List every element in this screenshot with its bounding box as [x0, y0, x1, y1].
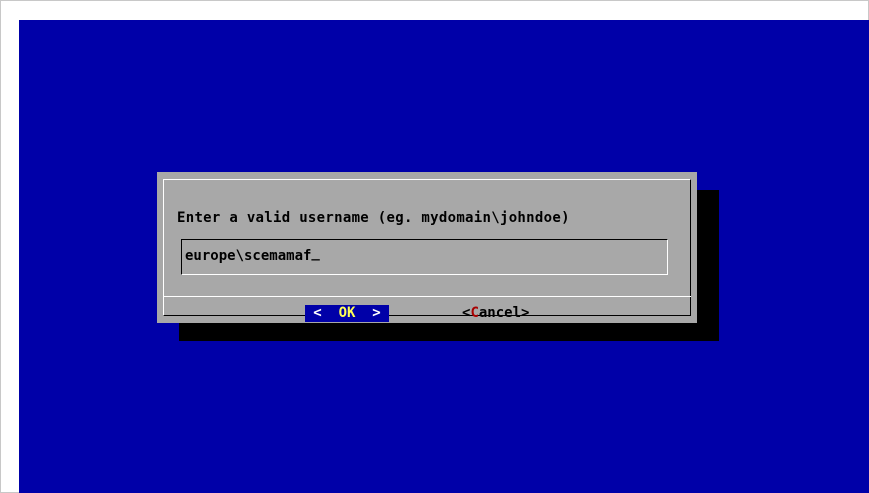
cancel-button[interactable]: <Cancel>	[462, 305, 529, 322]
username-input-box[interactable]: _	[181, 239, 668, 275]
ok-right-bracket: >	[372, 305, 381, 321]
console-screen: Enter a valid username (eg. mydomain\joh…	[19, 20, 869, 493]
text-cursor: _	[311, 245, 320, 261]
cancel-right-bracket: >	[521, 305, 530, 321]
button-divider	[163, 296, 691, 297]
ok-button[interactable]: < OK >	[305, 305, 389, 322]
ok-label: OK	[338, 305, 356, 321]
username-input[interactable]	[185, 246, 655, 266]
username-dialog: Enter a valid username (eg. mydomain\joh…	[157, 172, 697, 323]
ok-left-bracket: <	[313, 305, 322, 321]
dialog-prompt: Enter a valid username (eg. mydomain\joh…	[177, 210, 570, 226]
cancel-label-rest: ancel	[478, 305, 522, 321]
cancel-hotkey: C	[470, 305, 479, 321]
